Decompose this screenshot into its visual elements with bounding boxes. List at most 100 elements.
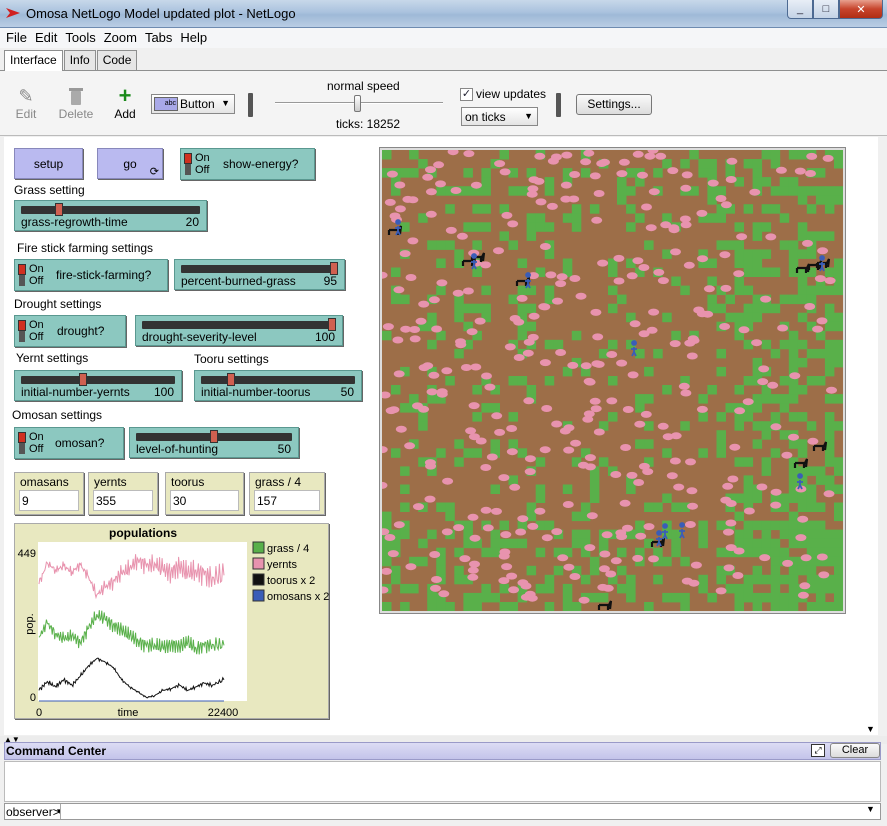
tab-info[interactable]: Info — [63, 50, 96, 70]
widget-type-select[interactable]: abc Button ▼ — [151, 94, 235, 114]
edit-tool[interactable]: ✎ Edit — [6, 85, 46, 121]
drought-switch[interactable]: On Off drought? — [14, 315, 126, 347]
grass-patch — [761, 466, 772, 476]
menu-tabs[interactable]: Tabs — [141, 28, 176, 48]
menu-file[interactable]: File — [2, 28, 31, 48]
yernt-agent — [789, 372, 801, 380]
slider-value: 95 — [323, 274, 337, 288]
menu-tools[interactable]: Tools — [61, 28, 99, 48]
minimize-icon[interactable]: _ — [787, 0, 813, 19]
populations-chart: populations 449 0 0 22400 time pop. gras… — [18, 526, 330, 719]
initial-number-yernts-slider[interactable]: initial-number-yernts 100 — [14, 370, 182, 401]
grass-patch — [662, 159, 672, 169]
grass-patch — [436, 448, 446, 458]
add-tool[interactable]: + Add — [105, 85, 145, 122]
yernt-agent — [770, 501, 782, 509]
update-mode-select[interactable]: on ticks ▼ — [461, 107, 538, 126]
grass-patch — [626, 222, 636, 232]
initial-number-toorus-slider[interactable]: initial-number-toorus 50 — [194, 370, 362, 401]
grass-patch — [815, 502, 826, 512]
yernt-agent — [445, 226, 457, 234]
grass-patch — [834, 484, 844, 494]
switch-toggle — [184, 153, 192, 175]
go-button[interactable]: go ⟳ — [97, 148, 163, 179]
grass-patch — [788, 357, 799, 368]
yernt-agent — [384, 198, 396, 206]
yernt-agent — [552, 297, 563, 305]
world-view[interactable] — [376, 146, 846, 614]
yernt-agent — [770, 488, 782, 496]
menu-help[interactable]: Help — [176, 28, 211, 48]
show-energy-switch[interactable]: On Off show-energy? — [180, 148, 315, 180]
grass-patch — [427, 394, 437, 404]
grass-patch — [571, 602, 582, 612]
grass-patch — [535, 583, 546, 594]
yernt-agent — [524, 468, 536, 476]
fire-stick-farming-switch[interactable]: On Off fire-stick-farming? — [14, 259, 168, 291]
grass-regrowth-time-slider[interactable]: grass-regrowth-time 20 — [14, 200, 207, 231]
setup-button[interactable]: setup — [14, 148, 83, 179]
grass-patch — [788, 574, 799, 585]
grass-patch — [797, 448, 808, 458]
yernt-agent — [515, 528, 527, 536]
grass-patch — [779, 240, 790, 250]
grass-patch — [707, 195, 717, 205]
yernt-agent — [688, 579, 700, 587]
grass-patch — [752, 493, 763, 503]
settings-button[interactable]: Settings... — [576, 94, 652, 115]
tab-code[interactable]: Code — [96, 50, 138, 70]
grass-patch — [535, 457, 546, 467]
delete-tool[interactable]: Delete — [56, 85, 96, 121]
chevron-down-icon[interactable]: ▼ — [866, 804, 875, 814]
drought-severity-level-slider[interactable]: drought-severity-level 100 — [135, 315, 343, 346]
yernt-agent — [546, 202, 558, 210]
legend-swatch — [252, 541, 265, 554]
close-icon[interactable]: ✕ — [839, 0, 883, 19]
yernt-agent — [494, 160, 506, 168]
grass-patch — [608, 267, 618, 277]
chevron-down-icon[interactable]: ▼ — [866, 724, 875, 734]
yernt-agent — [405, 274, 417, 281]
yernt-agent — [584, 463, 596, 471]
tab-interface[interactable]: Interface — [4, 50, 63, 71]
grass-patch — [544, 177, 555, 187]
view-updates-checkbox[interactable]: ✓ — [460, 88, 473, 101]
speed-slider-thumb[interactable] — [354, 95, 361, 112]
grass-patch — [734, 529, 744, 540]
grass-patch — [644, 502, 654, 512]
yernt-agent — [597, 259, 609, 267]
grass-patch — [608, 285, 618, 296]
yernt-agent — [670, 248, 681, 256]
grass-patch — [382, 556, 392, 567]
grass-patch — [571, 222, 582, 232]
level-of-hunting-slider[interactable]: level-of-hunting 50 — [129, 427, 299, 458]
clear-button[interactable]: Clear — [830, 743, 880, 758]
yernt-agent — [696, 209, 708, 217]
tooru-settings-label: Tooru settings — [194, 352, 269, 366]
percent-burned-grass-slider[interactable]: percent-burned-grass 95 — [174, 259, 345, 290]
grass-patch — [680, 602, 690, 612]
omosan-switch[interactable]: On Off omosan? — [14, 427, 124, 459]
menu-zoom[interactable]: Zoom — [100, 28, 141, 48]
grass-patch — [671, 547, 681, 558]
grass-patch — [526, 385, 537, 395]
grass-patch — [635, 520, 645, 531]
slider-value: 50 — [277, 442, 291, 456]
observer-selector[interactable]: observer> — [6, 805, 60, 819]
grass-patch — [752, 357, 763, 368]
maximize-icon[interactable]: □ — [813, 0, 839, 19]
grass-patch — [463, 592, 473, 603]
grass-patch — [689, 150, 699, 160]
yernt-agent — [387, 550, 399, 558]
grass-patch — [834, 267, 844, 277]
yernt-agent — [655, 152, 667, 160]
grass-patch — [734, 592, 744, 603]
menu-edit[interactable]: Edit — [31, 28, 61, 48]
grass-monitor: grass / 4 157 — [249, 472, 325, 515]
command-input[interactable] — [60, 804, 862, 819]
pencil-icon: ✎ — [18, 86, 34, 106]
yernt-agent — [602, 584, 614, 592]
grass-patch — [752, 565, 763, 576]
grass-patch — [834, 511, 844, 522]
expand-icon[interactable]: ⤢ — [811, 744, 825, 757]
